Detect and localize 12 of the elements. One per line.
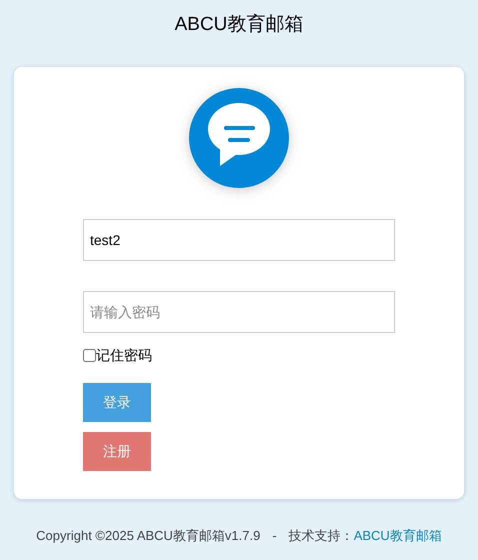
login-button[interactable]: 登录 [83,383,151,422]
password-field[interactable]: 请输入密码 [83,291,395,333]
support-label: 技术支持： [288,527,354,545]
register-button[interactable]: 注册 [83,432,151,471]
chat-bubble-icon [189,88,289,188]
remember-checkbox[interactable] [83,349,96,362]
remember-label: 记住密码 [96,346,152,365]
separator-text: - [272,527,277,545]
username-field[interactable]: test2 [83,219,395,261]
support-link[interactable]: ABCU教育邮箱 [354,526,442,546]
copyright-text: Copyright ©2025 ABCU教育邮箱v1.7.9 [36,527,260,545]
page-title: ABCU教育邮箱 [174,12,304,37]
